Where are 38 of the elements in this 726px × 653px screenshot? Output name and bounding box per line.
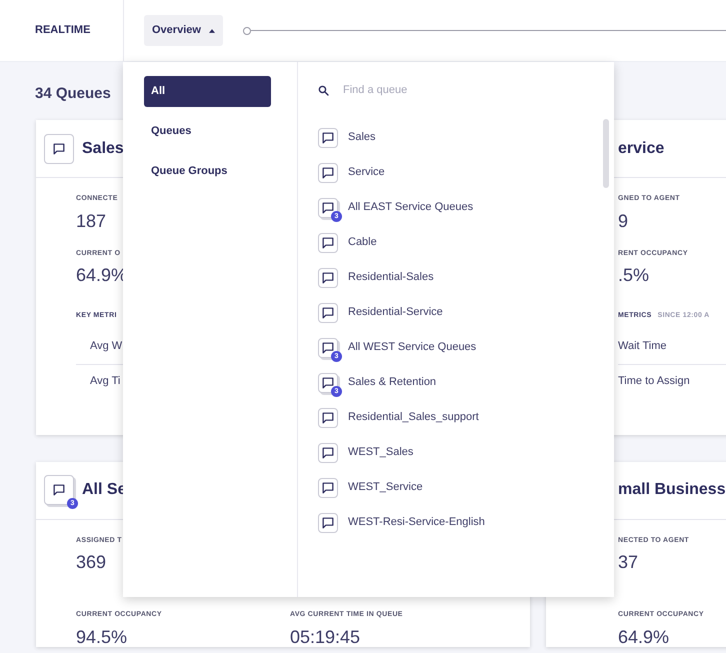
- chat-queue-icon: [318, 232, 338, 252]
- chat-queue-icon: [318, 162, 338, 182]
- chat-queue-icon: [318, 478, 338, 498]
- scrollbar[interactable]: [603, 119, 609, 188]
- metric-row-label: Avg W: [90, 339, 122, 354]
- chat-queue-icon: [318, 302, 338, 322]
- metric-row-label: Time to Assign: [618, 374, 690, 389]
- metric-row-label: Avg Ti: [90, 374, 120, 389]
- card-title: ervice: [618, 138, 664, 158]
- chat-queue-icon: [44, 134, 74, 164]
- stacked-chat-icon: [318, 372, 338, 392]
- metric-row-label: Wait Time: [618, 339, 666, 354]
- caret-icon: [208, 28, 215, 32]
- metric-value: 37: [618, 552, 640, 572]
- stacked-chat-icon: [318, 198, 338, 218]
- metric-value: 64.9%: [618, 626, 670, 646]
- chat-queue-icon: [318, 408, 338, 428]
- metric-value: 05:19:45: [290, 626, 362, 646]
- card-title: mall Business: [618, 480, 726, 500]
- chat-queue-icon: [318, 442, 338, 462]
- chat-queue-icon: [318, 128, 338, 148]
- chat-queue-icon: [318, 512, 338, 532]
- stacked-chat-icon: [44, 475, 74, 505]
- search-icon: [318, 84, 329, 96]
- metric-value: 369: [76, 552, 108, 572]
- page-title: REALTIME: [35, 23, 90, 38]
- slider-handle[interactable]: [242, 26, 251, 34]
- queue-count: 34 Queues: [35, 85, 111, 102]
- chat-queue-icon: [318, 268, 338, 288]
- view-dropdown-button[interactable]: Overview: [144, 15, 223, 46]
- metric-value: 9: [618, 210, 630, 230]
- stacked-chat-icon: [318, 338, 338, 358]
- metric-value: 187: [76, 210, 108, 230]
- card-title: Sales: [82, 138, 124, 158]
- category-item[interactable]: All: [144, 76, 271, 107]
- metric-value: .5%: [618, 265, 650, 285]
- timeline-slider[interactable]: [242, 26, 726, 36]
- metric-value: 94.5%: [76, 626, 128, 646]
